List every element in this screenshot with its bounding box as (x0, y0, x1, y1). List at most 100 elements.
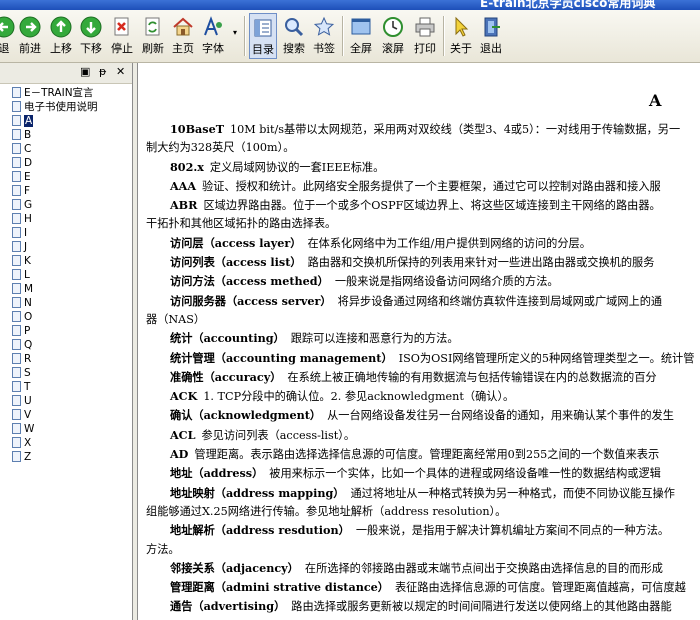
tree-item[interactable]: 电子书使用说明 (0, 100, 132, 114)
refresh-button[interactable]: 刷新 (140, 13, 166, 59)
back-button[interactable]: 退 (0, 13, 16, 59)
tree-item[interactable]: Q (0, 338, 132, 352)
exit-door-icon (484, 17, 500, 37)
tree-item[interactable]: H (0, 212, 132, 226)
font-button[interactable]: 字体 (200, 13, 226, 59)
dictionary-entries: 10BaseT 10M bit/s基带以太网规范，采用两对双绞线（类型3、4或5）… (146, 120, 700, 620)
entry-definition: 表征路由选择信息源的可信度。管理距离值越高，可信度越 (394, 581, 686, 595)
tree-item-label: X (24, 437, 32, 449)
print-label: 打印 (414, 42, 436, 55)
about-button[interactable]: 关于 (448, 13, 474, 59)
tree-item[interactable]: S (0, 366, 132, 380)
tree-item[interactable]: T (0, 380, 132, 394)
document-icon (12, 381, 21, 392)
entry-term: 统计管理（accounting management） (170, 350, 393, 365)
entry-term: ACL (170, 427, 196, 442)
dictionary-entry-continuation: 制大约为328英尺（100m）。 (146, 139, 700, 157)
tree-item[interactable]: L (0, 268, 132, 282)
dictionary-entry: 访问列表（access list） 路由器和交换机所保持的列表用来针对一些进出路由… (146, 253, 700, 272)
search-button[interactable]: 搜索 (281, 13, 307, 59)
toc-button[interactable]: 目录 (249, 13, 277, 59)
entry-definition: 方法。 (146, 542, 180, 556)
dictionary-entry: 邻接关系（adjacency） 在所选择的邻接路由器或末端节点间出于交换路由选择信… (146, 559, 700, 578)
forward-label: 前进 (19, 42, 41, 55)
dictionary-entry: AD 管理距离。表示路由选择选择信息源的可信度。管理距离经常用0到255之间的一个… (146, 445, 700, 464)
tree-item-label: D (24, 157, 33, 169)
tree-item[interactable]: G (0, 198, 132, 212)
tree-item[interactable]: K (0, 254, 132, 268)
document-icon (12, 283, 21, 294)
tree-item[interactable]: D (0, 156, 132, 170)
move-up-button[interactable]: 上移 (48, 13, 74, 59)
tree-item[interactable]: R (0, 352, 132, 366)
tree-item-label: K (24, 255, 31, 267)
pin-icon[interactable]: ᵽ (99, 65, 106, 78)
autoscroll-label: 滚屏 (382, 42, 404, 55)
fullscreen-label: 全屏 (350, 42, 372, 55)
exit-button[interactable]: 退出 (478, 13, 504, 59)
document-icon (12, 213, 21, 224)
tree-item[interactable]: Z (0, 450, 132, 464)
search-icon (285, 18, 304, 37)
stop-button[interactable]: 停止 (108, 13, 136, 59)
entry-definition: 1. TCP分段中的确认位。2. 参见acknowledgment（确认）。 (203, 390, 515, 404)
home-button[interactable]: 主页 (170, 13, 196, 59)
printer-icon (415, 17, 435, 37)
document-icon (12, 227, 21, 238)
tree-item[interactable]: E (0, 170, 132, 184)
tree-item[interactable]: W (0, 422, 132, 436)
table-of-contents-icon (254, 19, 272, 37)
tree-item[interactable]: U (0, 394, 132, 408)
tree-item[interactable]: M (0, 282, 132, 296)
clock-icon (383, 17, 403, 37)
font-dropdown-arrow[interactable]: ▾ (230, 13, 240, 59)
tree-item[interactable]: X (0, 436, 132, 450)
tree-item-label: I (24, 227, 28, 239)
entry-definition: 跟踪可以连接和恶意行为的方法。 (290, 332, 459, 346)
dictionary-entry: 统计管理（accounting management） ISO为OSI网络管理所定… (146, 349, 700, 368)
tree-item-label: P (24, 325, 31, 337)
move-down-button[interactable]: 下移 (78, 13, 104, 59)
close-icon[interactable]: ✕ (116, 65, 125, 78)
fullscreen-button[interactable]: 全屏 (347, 13, 375, 59)
tree-item[interactable]: F (0, 184, 132, 198)
stop-label: 停止 (111, 42, 133, 55)
tree-item[interactable]: O (0, 310, 132, 324)
tree-item[interactable]: I (0, 226, 132, 240)
entry-definition: 10M bit/s基带以太网规范，采用两对双绞线（类型3、4或5）：一对线用于传… (230, 123, 681, 136)
dictionary-entry: 地址映射（address mapping） 通过将地址从一种格式转换为另一种格式，… (146, 484, 700, 503)
tree-item-label: N (24, 297, 32, 309)
tree-item-label: 电子书使用说明 (24, 101, 98, 113)
entry-definition: 在体系化网络中为工作组/用户提供到网络的访问的分层。 (307, 236, 591, 250)
tree-item[interactable]: N (0, 296, 132, 310)
tree-item[interactable]: J (0, 240, 132, 254)
entry-term: 地址解析（address resdution） (170, 523, 350, 538)
bookmark-button[interactable]: 书签 (311, 13, 337, 59)
document-icon (12, 199, 21, 210)
entry-definition: 从一台网络设备发往另一台网络设备的通知，用来确认某个事件的发生 (327, 409, 674, 423)
tree-item-label: G (24, 199, 33, 211)
tree-item-label: F (24, 185, 31, 197)
pointer-icon (455, 16, 469, 37)
tree-item-label: C (24, 143, 32, 155)
entry-term: AAA (170, 178, 197, 193)
entry-definition: 干拓扑和其他区域拓扑的路由选择表。 (146, 217, 337, 231)
document-icon (12, 269, 21, 280)
dictionary-entry: ACK 1. TCP分段中的确认位。2. 参见acknowledgment（确认）… (146, 387, 700, 406)
dock-icon[interactable]: ▣ (80, 65, 90, 78)
forward-button[interactable]: 前进 (16, 13, 44, 59)
entry-definition: 一般来说，是指用于解决计算机编址方案间不同点的一种方法。 (355, 524, 670, 538)
toc-label: 目录 (252, 43, 274, 56)
tree-item[interactable]: A (0, 114, 132, 128)
tree-item[interactable]: C (0, 142, 132, 156)
tree-item[interactable]: B (0, 128, 132, 142)
tree-item[interactable]: P (0, 324, 132, 338)
tree-item[interactable]: E－TRAIN宣言 (0, 86, 132, 100)
dictionary-entry: 访问服务器（access server） 将异步设备通过网络和终端仿真软件连接到局… (146, 292, 700, 311)
entry-term: 邻接关系（adjacency） (170, 560, 299, 575)
autoscroll-button[interactable]: 滚屏 (379, 13, 407, 59)
tree-item[interactable]: V (0, 408, 132, 422)
entry-definition: 管理距离。表示路由选择选择信息源的可信度。管理距离经常用0到255之间的一个数值… (194, 448, 660, 462)
print-button[interactable]: 打印 (411, 13, 439, 59)
tree-item-label: U (24, 395, 32, 407)
